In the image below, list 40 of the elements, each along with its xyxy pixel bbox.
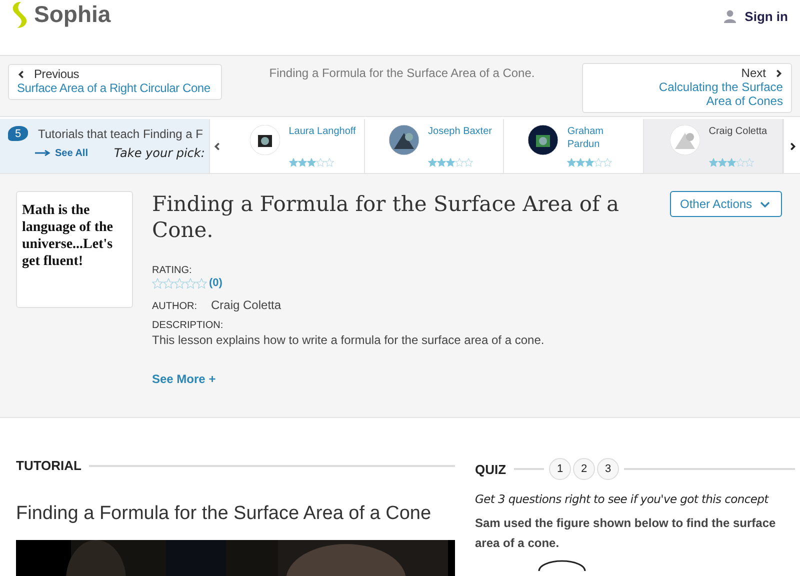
chevron-right-icon bbox=[788, 142, 797, 150]
chevron-right-icon bbox=[774, 68, 783, 78]
author-label: AUTHOR: bbox=[152, 301, 197, 312]
see-all-link[interactable]: See All bbox=[35, 148, 88, 158]
quiz-step[interactable]: 1 bbox=[549, 458, 572, 480]
other-actions-button[interactable]: Other Actions bbox=[670, 191, 782, 217]
quiz-step[interactable]: 2 bbox=[573, 458, 596, 480]
rating-count: (0) bbox=[209, 277, 222, 289]
current-lesson-title: Finding a Formula for the Surface Area of a Cone. bbox=[269, 66, 535, 80]
rating-label: RATING: bbox=[152, 265, 193, 276]
section-heading: QUIZ bbox=[475, 462, 506, 476]
tutorials-heading: Tutorials that teach Finding a F bbox=[38, 126, 203, 140]
tutor-card[interactable]: Craig Coletta bbox=[644, 119, 784, 173]
lesson-description: This lesson explains how to write a formula for the surface area of a cone. bbox=[152, 333, 546, 347]
next-link[interactable]: Next Calculating the Surface Area of Cones bbox=[582, 63, 792, 113]
cone-drawing bbox=[537, 559, 587, 571]
tutor-name: Graham Pardun bbox=[567, 125, 605, 151]
quiz-step[interactable]: 3 bbox=[597, 458, 620, 480]
see-more-link[interactable]: See More + bbox=[152, 372, 782, 386]
previous-link[interactable]: Previous Surface Area of a Right Circular Cone bbox=[8, 64, 222, 100]
tutorial-title: Finding a Formula for the Surface Area of a Cone bbox=[16, 503, 432, 525]
quiz-tagline: Get 3 questions right to see if you've got this concept bbox=[475, 492, 770, 506]
tutor-name: Craig Coletta bbox=[708, 125, 768, 138]
arrow-right-icon bbox=[35, 150, 50, 156]
description-label: DESCRIPTION: bbox=[152, 320, 224, 331]
chevron-left-icon bbox=[213, 142, 222, 150]
lesson-thumbnail: Math is the language of the universe...Let's get fluent! bbox=[16, 191, 133, 308]
logo-text: Sophia bbox=[34, 1, 111, 28]
section-heading: TUTORIAL bbox=[16, 458, 82, 473]
user-icon bbox=[724, 10, 736, 23]
tutor-name: Joseph Baxter bbox=[428, 125, 492, 138]
quiz-question: Sam used the figure shown below to find the surface area of a cone. bbox=[475, 515, 777, 552]
chevron-left-icon bbox=[17, 70, 26, 78]
lesson-title: Finding a Formula for the Surface Area of a Cone. bbox=[152, 191, 620, 243]
author-name: Craig Coletta bbox=[211, 298, 282, 312]
sign-in-link[interactable]: Sign in bbox=[724, 9, 788, 24]
count-badge: 5 bbox=[8, 126, 28, 141]
tagline: Take your pick: bbox=[114, 146, 205, 160]
tutor-name: Laura Langhoff bbox=[288, 125, 356, 138]
chevron-down-icon bbox=[760, 200, 770, 208]
